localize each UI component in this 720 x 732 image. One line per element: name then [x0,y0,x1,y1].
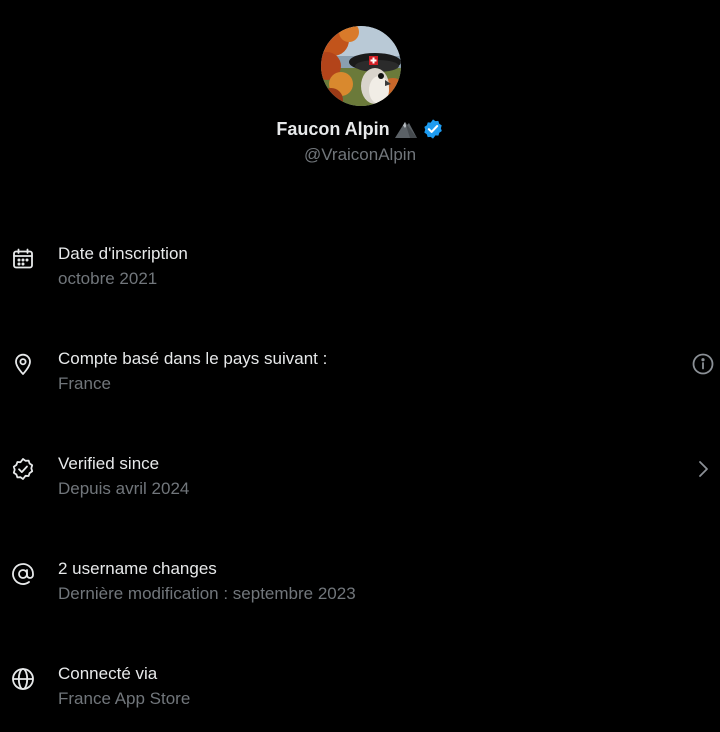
at-sign-icon [10,561,36,587]
verified-badge-icon[interactable] [422,118,444,140]
calendar-icon [10,246,36,272]
about-row-subtitle: Depuis avril 2024 [58,479,190,498]
chevron-right-icon[interactable] [690,456,716,482]
about-row-title: 2 username changes [58,559,217,578]
about-row-country: Compte basé dans le pays suivant : Franc… [0,349,720,415]
about-row-subtitle: Dernière modification : septembre 2023 [58,584,356,603]
avatar-image [321,26,401,106]
avatar[interactable] [321,26,401,106]
about-row-username-changes: 2 username changes Dernière modification… [0,559,720,625]
about-row-connected-via: Connecté via France App Store [0,664,720,730]
display-name[interactable]: Faucon Alpin [276,119,389,140]
username-handle: @VraiconAlpin [303,145,417,164]
about-row-join-date: Date d'inscription octobre 2021 [0,244,720,310]
about-row-subtitle: octobre 2021 [58,269,158,288]
about-row-subtitle: France [58,374,111,393]
about-row-subtitle: France App Store [58,689,191,708]
mountain-icon [394,118,418,140]
verified-outline-icon [10,456,36,482]
about-row-title: Date d'inscription [58,244,188,263]
about-row-title: Verified since [58,454,160,473]
about-row-verified-since[interactable]: Verified since Depuis avril 2024 [0,454,720,520]
info-icon[interactable] [690,351,716,377]
name-row: Faucon Alpin [0,116,720,142]
location-pin-icon [10,351,36,377]
about-row-title: Compte basé dans le pays suivant : [58,349,328,368]
globe-icon [10,666,36,692]
about-row-title: Connecté via [58,664,158,683]
